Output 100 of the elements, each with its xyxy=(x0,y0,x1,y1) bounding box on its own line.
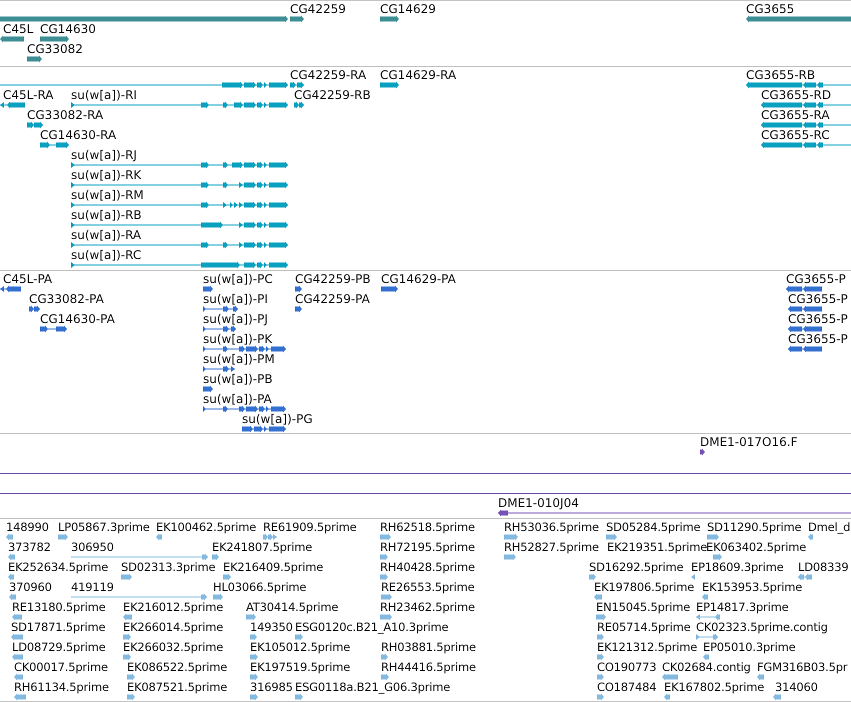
est-label: SD17871.5prime xyxy=(11,621,106,633)
transcript-label: su(w[a])-RB xyxy=(71,209,142,221)
est-label: Dmel_d xyxy=(808,521,850,533)
est-label: EK266014.5prime xyxy=(123,621,224,633)
est-label: RE05714.5prime xyxy=(597,621,691,633)
est-label: 316985 xyxy=(250,681,293,693)
est-label: EK197806.5prime xyxy=(594,581,694,593)
est-label: EK087521.5prime xyxy=(127,681,228,693)
gene-label: CG14630 xyxy=(40,23,96,35)
est-label: EN15045.5prime xyxy=(596,601,690,613)
est-label: RE13180.5prime xyxy=(12,601,106,613)
est-label: AT30414.5prime xyxy=(246,601,338,613)
est-label: CO190773 xyxy=(597,661,656,673)
est-label: EK266032.5prime xyxy=(123,641,224,653)
est-label: RH61134.5prime xyxy=(14,681,109,693)
est-label: RE61909.5prime xyxy=(263,521,357,533)
est-label: RH72195.5prime xyxy=(380,541,475,553)
polypeptide-label: CG3655-P xyxy=(786,273,846,285)
est-label: RH44416.5prime xyxy=(381,661,476,673)
clone-label: DME1-017O16.F xyxy=(700,436,798,448)
polypeptide-label: su(w[a])-PC xyxy=(203,273,273,285)
est-label: EK241807.5prime xyxy=(212,541,312,553)
est-label: RH40428.5prime xyxy=(380,561,475,573)
transcript-label: su(w[a])-RM xyxy=(71,189,144,201)
polypeptide-label: su(w[a])-PI xyxy=(203,293,268,305)
transcript-label: su(w[a])-RI xyxy=(71,89,137,101)
est-label: EK252634.5prime xyxy=(8,561,108,573)
est-label: EK121312.5prime xyxy=(597,641,698,653)
gene-label: CG14629 xyxy=(380,3,436,15)
est-label: ESG0118a.B21_G06.3prime xyxy=(295,681,450,693)
transcript-label: CG3655-RC xyxy=(761,129,830,141)
transcript-label: su(w[a])-RJ xyxy=(71,149,137,161)
est-label: SD16292.5prime xyxy=(589,561,684,573)
polypeptide-label: CG14629-PA xyxy=(381,273,456,285)
est-label: ESG0120c.B21_A10.3prime xyxy=(295,621,448,633)
gene-label: C45L xyxy=(3,23,34,35)
est-label: CK00017.5prime xyxy=(14,661,108,673)
transcript-label: CG3655-RB xyxy=(746,69,816,81)
est-label: RH03881.5prime xyxy=(381,641,476,653)
transcript-label: C45L-RA xyxy=(3,89,54,101)
polypeptide-label: CG3655-P xyxy=(788,293,848,305)
est-label: EK105012.5prime xyxy=(250,641,350,653)
est-label: EP18609.3prime xyxy=(691,561,784,573)
polypeptide-label: su(w[a])-PK xyxy=(203,333,272,345)
transcript-label: CG33082-RA xyxy=(27,109,104,121)
est-label: CO187484 xyxy=(597,681,656,693)
est-label: 148990 xyxy=(6,521,49,533)
transcript-label: CG14630-RA xyxy=(40,129,116,141)
transcript-label: su(w[a])-RK xyxy=(71,169,142,181)
polypeptide-label: su(w[a])-PA xyxy=(203,393,272,405)
transcript-label: su(w[a])-RA xyxy=(71,229,142,241)
est-label: EK219351.5prime xyxy=(607,541,708,553)
polypeptide-label: C45L-PA xyxy=(3,273,52,285)
polypeptide-label: CG42259-PA xyxy=(295,293,370,305)
est-label: 306950 xyxy=(71,541,114,553)
est-label: HL03066.5prime xyxy=(213,581,306,593)
gene-label: CG42259 xyxy=(290,3,346,15)
est-label: 373782 xyxy=(8,541,51,553)
est-label: EK216409.5prime xyxy=(223,561,324,573)
est-label: EK167802.5prime xyxy=(664,681,764,693)
est-label: LD08729.5prime xyxy=(12,641,106,653)
est-label: 149350 xyxy=(250,621,293,633)
est-label: EK216012.5prime xyxy=(123,601,224,613)
est-label: EK197519.5prime xyxy=(250,661,350,673)
polypeptide-label: CG33082-PA xyxy=(29,293,104,305)
est-label: RH53036.5prime xyxy=(504,521,599,533)
polypeptide-label: CG42259-PB xyxy=(295,273,371,285)
polypeptide-label: CG14630-PA xyxy=(40,313,115,325)
est-label: EP14817.3prime xyxy=(696,601,788,613)
transcript-label: CG3655-RD xyxy=(761,89,832,101)
est-label: EK086522.5prime xyxy=(127,661,228,673)
est-label: LD08339 xyxy=(798,561,848,573)
transcript-label: CG14629-RA xyxy=(380,69,456,81)
est-label: EK100462.5prime xyxy=(156,521,256,533)
est-label: 419119 xyxy=(71,581,114,593)
est-label: RH23462.5prime xyxy=(380,601,475,613)
est-label: RE26553.5prime xyxy=(381,581,475,593)
est-label: RH62518.5prime xyxy=(380,521,475,533)
transcript-label: CG42259-RA xyxy=(290,69,366,81)
transcript-label: CG42259-RB xyxy=(294,89,371,101)
gene-label: CG33082 xyxy=(27,43,83,55)
est-label: EK063402.5prime xyxy=(706,541,806,553)
transcript-label: CG3655-RA xyxy=(761,109,830,121)
est-label: 314060 xyxy=(775,681,818,693)
polypeptide-label: CG3655-P xyxy=(788,333,848,345)
est-label: LP05867.3prime xyxy=(58,521,150,533)
polypeptide-label: su(w[a])-PG xyxy=(242,413,313,425)
transcript-label: su(w[a])-RC xyxy=(71,249,142,261)
est-label: SD11290.5prime xyxy=(707,521,802,533)
est-label: FGM316B03.5pr xyxy=(757,661,848,673)
polypeptide-label: su(w[a])-PM xyxy=(203,353,275,365)
polypeptide-label: su(w[a])-PJ xyxy=(203,313,268,325)
est-label: CK02323.5prime.contig xyxy=(696,621,828,633)
gene-label: CG3655 xyxy=(746,3,794,15)
est-label: SD02313.3prime xyxy=(121,561,216,573)
est-label: EK153953.5prime xyxy=(702,581,802,593)
est-label: 370960 xyxy=(9,581,52,593)
est-label: SD05284.5prime xyxy=(606,521,700,533)
polypeptide-label: su(w[a])-PB xyxy=(203,373,273,385)
est-label: CK02684.contig xyxy=(662,661,751,673)
